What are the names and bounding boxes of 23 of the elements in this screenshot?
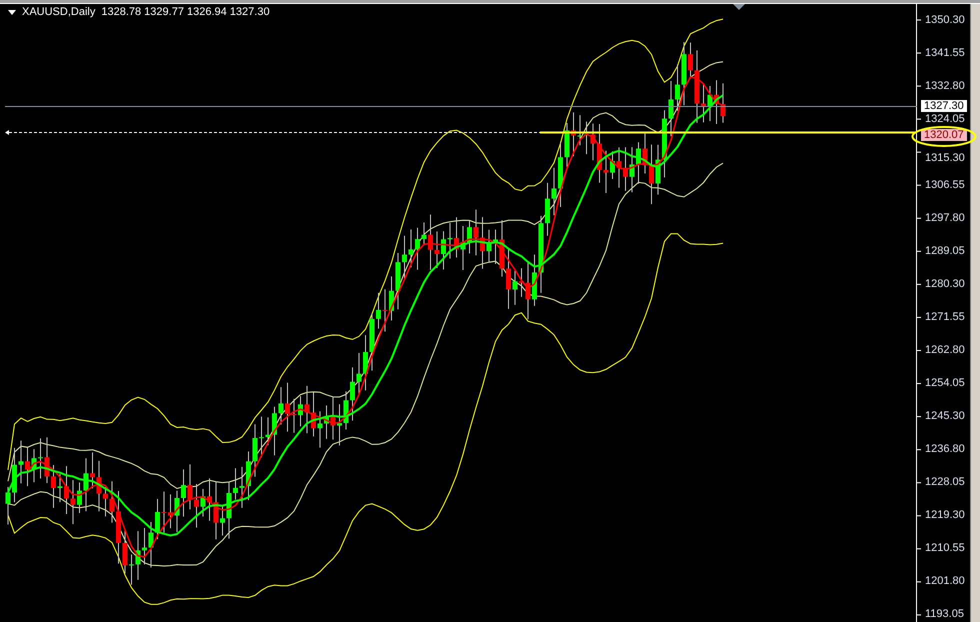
price-axis-label: 1245.30 — [925, 411, 965, 422]
price-axis-label: 1201.80 — [925, 576, 965, 588]
price-axis-label: 1324.05 — [925, 114, 965, 125]
price-axis-label: 1254.05 — [925, 378, 965, 390]
price-axis-label: 1271.55 — [925, 312, 965, 323]
price-axis-label: 1228.05 — [925, 477, 965, 488]
price-level-tag: 1320.07 — [921, 129, 967, 141]
price-axis-label: 1280.30 — [925, 278, 965, 290]
price-axis-label: 1341.55 — [925, 48, 965, 59]
price-axis-label: 1306.55 — [925, 180, 965, 191]
price-axis-label: 1315.30 — [925, 152, 965, 164]
price-axis-label: 1210.55 — [925, 543, 965, 554]
price-axis-label: 1350.30 — [925, 14, 965, 26]
current-price-tag: 1327.30 — [921, 100, 967, 112]
price-axis-label: 1193.05 — [925, 609, 964, 620]
price-axis-label: 1219.30 — [925, 510, 965, 522]
symbol-title: XAUUSD,Daily — [22, 7, 96, 18]
price-axis-label: 1297.80 — [925, 212, 965, 224]
price-axis-label: 1262.80 — [925, 345, 965, 356]
price-axis-label: 1289.05 — [925, 246, 965, 257]
ohlc-values: 1328.78 1329.77 1326.94 1327.30 — [101, 7, 270, 18]
price-axis-label: 1332.80 — [925, 80, 965, 92]
price-axis-label: 1236.80 — [925, 444, 965, 456]
